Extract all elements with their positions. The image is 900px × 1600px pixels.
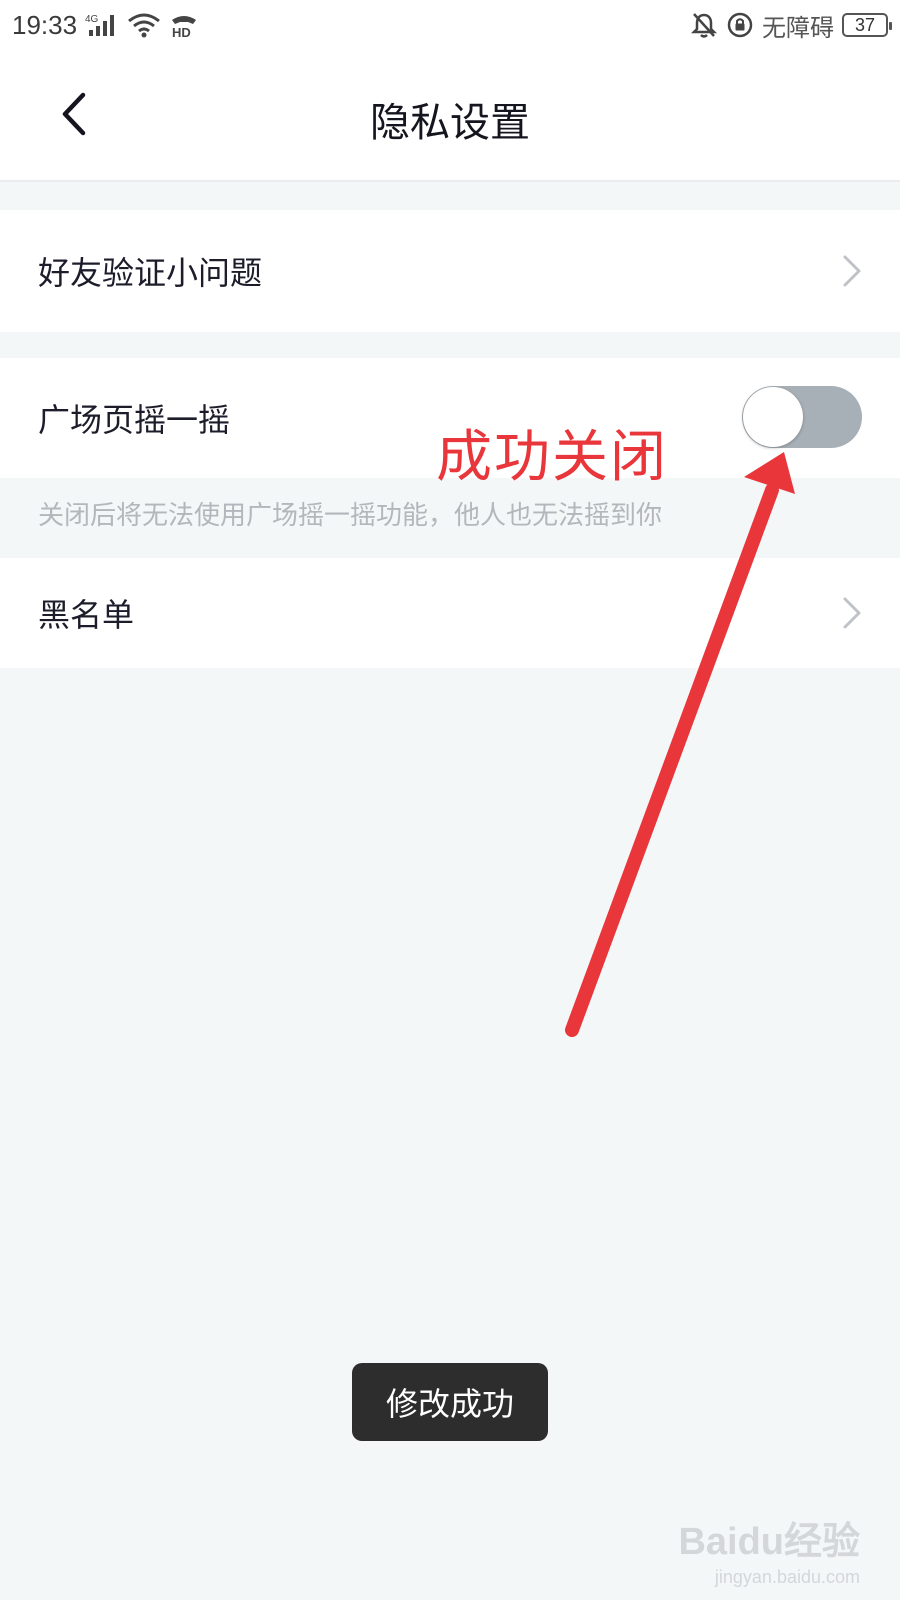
- friend-question-row[interactable]: 好友验证小问题: [0, 210, 900, 332]
- signal-4g-icon: 4G: [85, 14, 115, 36]
- watermark-url: jingyan.baidu.com: [714, 1567, 860, 1587]
- accessibility-label: 无障碍: [762, 13, 834, 42]
- blacklist-row[interactable]: 黑名单: [0, 558, 900, 668]
- toast-text: 修改成功: [385, 1385, 514, 1423]
- wifi-icon: [128, 13, 161, 38]
- page-title: 隐私设置: [370, 100, 530, 146]
- watermark-logo: Baidu经验: [678, 1521, 860, 1563]
- chevron-right-icon: [838, 251, 866, 291]
- toggle-knob: [743, 387, 803, 447]
- friend-question-label: 好友验证小问题: [38, 254, 263, 292]
- status-left: 19:33 4G HD: [12, 10, 199, 41]
- toast-message: 修改成功: [352, 1363, 548, 1441]
- blacklist-label: 黑名单: [38, 596, 135, 634]
- annotation-text: 成功关闭: [436, 425, 668, 490]
- plaza-shake-label: 广场页摇一摇: [38, 401, 231, 439]
- plaza-shake-toggle[interactable]: [742, 386, 862, 448]
- battery-indicator: 37: [842, 13, 892, 37]
- bell-off-icon: [690, 13, 718, 38]
- header: 隐私设置: [0, 50, 900, 182]
- watermark: Baidu经验 jingyan.baidu.com: [678, 1510, 860, 1588]
- svg-text:4G: 4G: [85, 14, 99, 25]
- hd-call-icon: HD: [172, 16, 197, 38]
- lock-rotation-icon: [727, 12, 753, 38]
- plaza-shake-hint: 关闭后将无法使用广场摇一摇功能，他人也无法摇到你: [38, 501, 663, 531]
- svg-text:HD: HD: [172, 25, 191, 38]
- status-time: 19:33: [12, 9, 78, 40]
- status-right: 无障碍 37: [690, 8, 892, 43]
- battery-level: 37: [854, 14, 876, 35]
- chevron-right-icon: [838, 593, 866, 633]
- status-bar: 19:33 4G HD 无障碍 37: [0, 0, 900, 50]
